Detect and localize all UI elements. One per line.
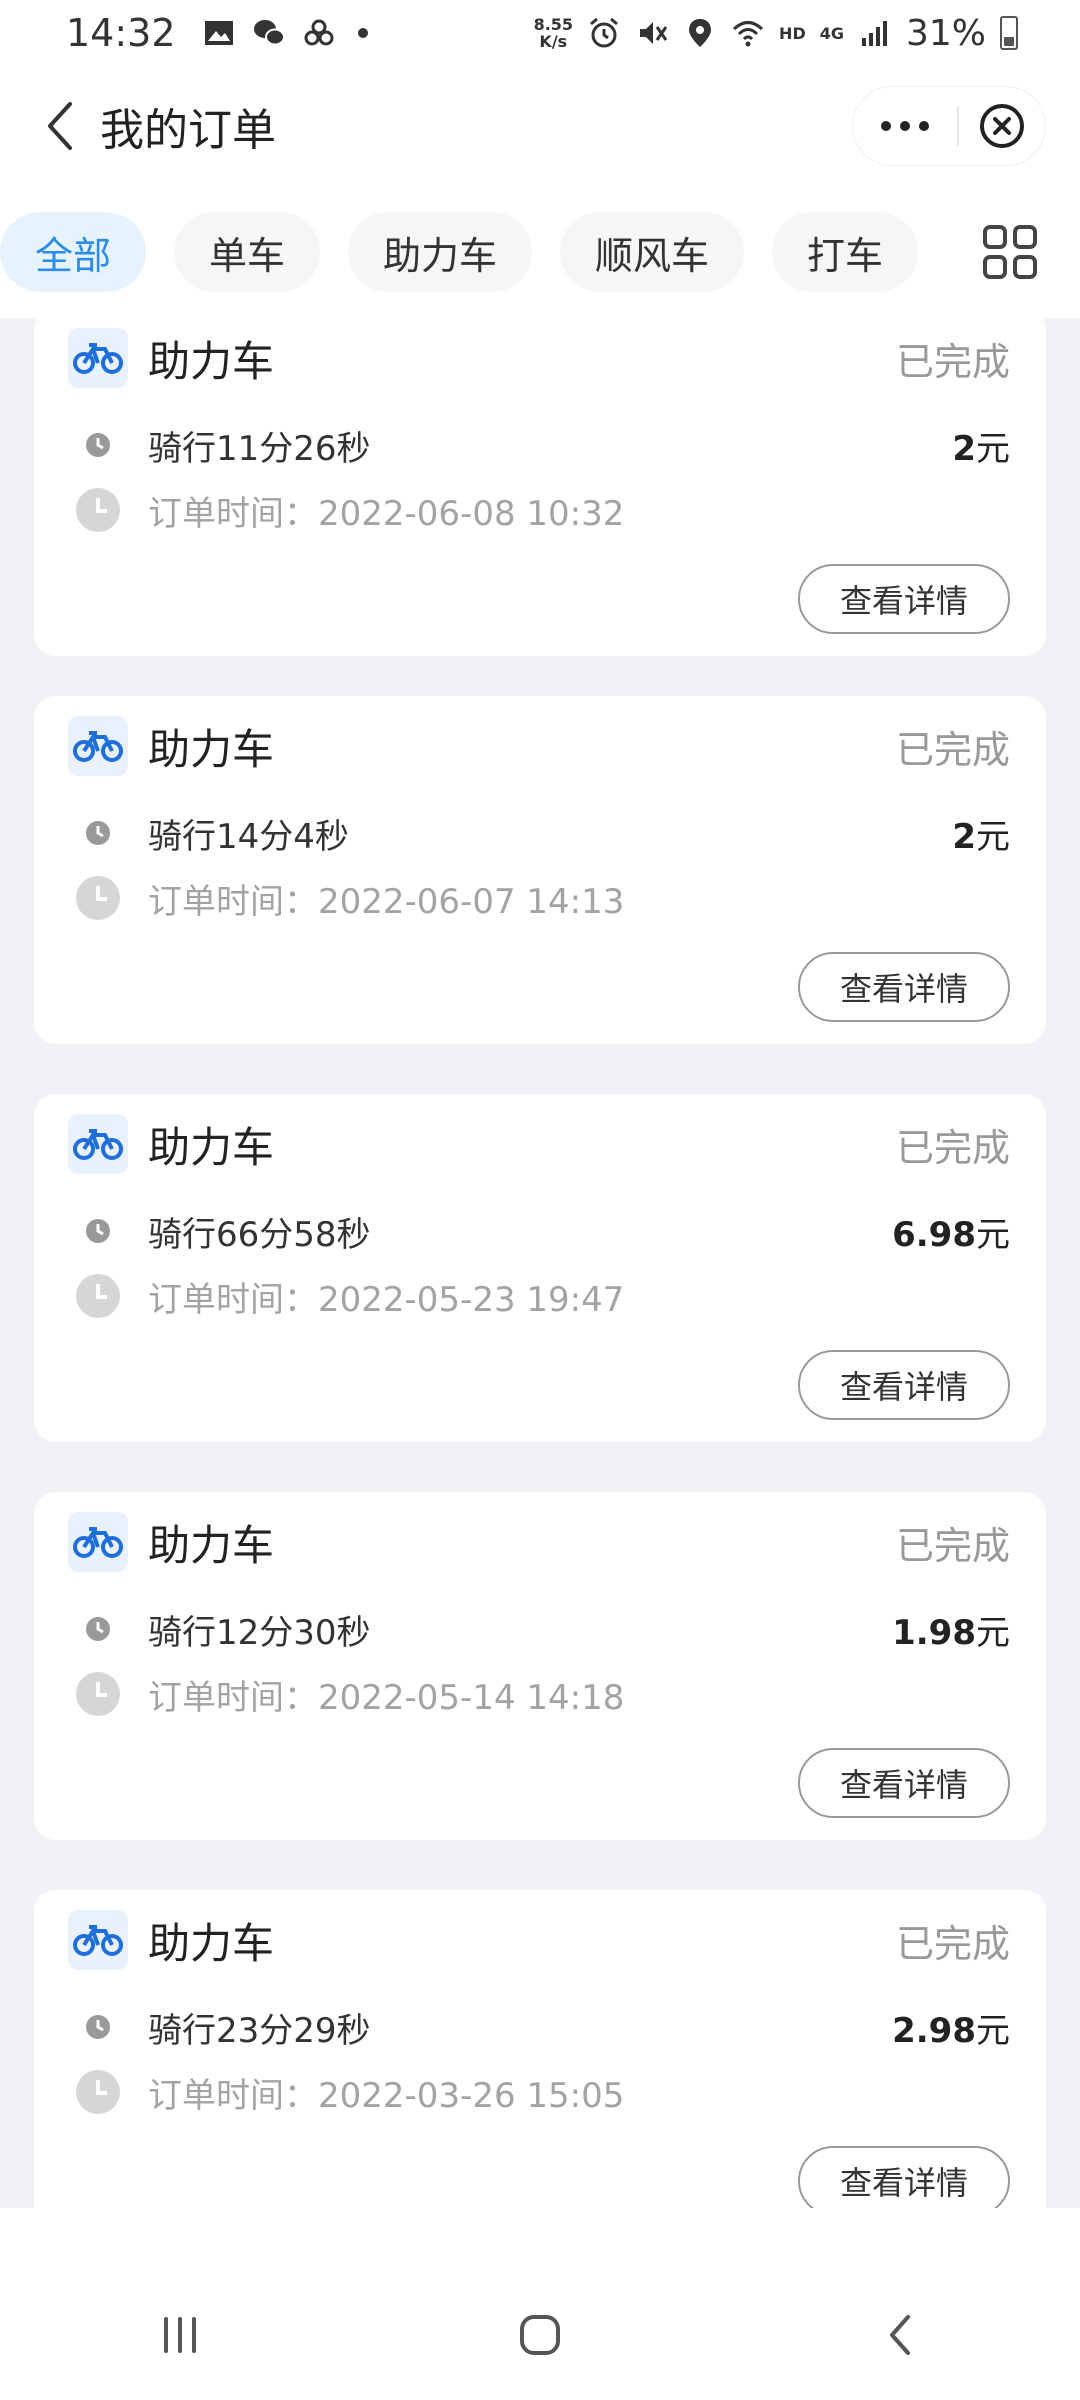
ride-duration: 骑行23分29秒 [148, 2010, 371, 2051]
bike-icon [68, 1114, 128, 1174]
order-card[interactable]: 助力车 已完成 骑行12分30秒 1.98元 订单时间：2022-05-14 1… [34, 1492, 1046, 1840]
recent-apps-icon [164, 2317, 196, 2353]
link-app-icon [304, 19, 334, 46]
clock-icon [76, 2070, 120, 2114]
battery-icon [1000, 16, 1018, 50]
clock-icon [76, 488, 120, 532]
mute-icon [640, 22, 668, 44]
order-time: 订单时间：2022-06-07 14:13 [148, 881, 625, 922]
bike-icon [68, 716, 128, 776]
tab-ebike[interactable]: 助力车 [348, 212, 532, 292]
tab-taxi[interactable]: 打车 [772, 212, 918, 292]
bike-icon [68, 1910, 128, 1970]
clock-icon [86, 1617, 110, 1641]
signal-icon [861, 21, 887, 46]
order-card[interactable]: 助力车 已完成 骑行23分29秒 2.98元 订单时间：2022-03-26 1… [34, 1890, 1046, 2208]
view-details-button[interactable]: 查看详情 [798, 1748, 1010, 1818]
order-status: 已完成 [895, 1921, 1010, 1966]
order-status: 已完成 [895, 339, 1010, 384]
clock-icon [76, 876, 120, 920]
order-category-tabs: 全部 单车 助力车 顺风车 打车 [0, 206, 1080, 298]
alarm-icon [590, 17, 619, 48]
view-details-button[interactable]: 查看详情 [798, 2146, 1010, 2208]
order-price: 2元 [952, 428, 1010, 469]
back-arrow-icon [48, 102, 72, 150]
order-card[interactable]: 助力车 已完成 骑行11分26秒 2元 订单时间：2022-06-08 10:3… [34, 318, 1046, 656]
wechat-icon [253, 20, 285, 46]
net-speed: 8.55 K/s [533, 15, 574, 51]
view-details-button[interactable]: 查看详情 [798, 564, 1010, 634]
recent-apps-button[interactable] [140, 2295, 220, 2375]
close-button[interactable] [959, 87, 1045, 165]
clock-icon [86, 821, 110, 845]
network-type: 4G [819, 23, 844, 43]
tab-all[interactable]: 全部 [0, 212, 146, 292]
order-type: 助力车 [148, 724, 275, 774]
bike-icon [68, 328, 128, 388]
status-bar: 14:32 8.55 K/s HD 4G 31% [0, 0, 1080, 66]
mini-program-capsule [852, 86, 1046, 166]
view-details-button[interactable]: 查看详情 [798, 1350, 1010, 1420]
page-title: 我的订单 [100, 105, 276, 156]
home-icon [520, 2315, 560, 2355]
back-button[interactable] [30, 96, 90, 156]
ride-duration: 骑行11分26秒 [148, 428, 371, 469]
notification-dot [357, 28, 368, 38]
order-card[interactable]: 助力车 已完成 骑行14分4秒 2元 订单时间：2022-06-07 14:13… [34, 696, 1046, 1044]
clock-icon [86, 433, 110, 457]
header: 我的订单 [0, 76, 1080, 176]
clock-icon [86, 2015, 110, 2039]
more-dots-icon [881, 121, 891, 131]
order-status: 已完成 [895, 727, 1010, 772]
order-price: 2.98元 [892, 2010, 1010, 2051]
tab-carpool[interactable]: 顺风车 [560, 212, 744, 292]
order-price: 1.98元 [892, 1612, 1010, 1653]
order-status: 已完成 [895, 1125, 1010, 1170]
order-time: 订单时间：2022-06-08 10:32 [148, 493, 625, 534]
battery-percent: 31% [905, 12, 986, 54]
order-type: 助力车 [148, 1520, 275, 1570]
tab-bike[interactable]: 单车 [174, 212, 320, 292]
hd-label: HD [779, 23, 806, 43]
order-status: 已完成 [895, 1523, 1010, 1568]
order-time: 订单时间：2022-05-23 19:47 [148, 1279, 625, 1320]
ride-duration: 骑行14分4秒 [148, 816, 349, 857]
order-time: 订单时间：2022-05-14 14:18 [148, 1677, 625, 1718]
clock-icon [76, 1274, 120, 1318]
more-button[interactable] [853, 87, 957, 165]
bike-icon [68, 1512, 128, 1572]
system-nav-bar [0, 2270, 1080, 2400]
order-type: 助力车 [148, 1122, 275, 1172]
ride-duration: 骑行12分30秒 [148, 1612, 371, 1653]
ride-duration: 骑行66分58秒 [148, 1214, 371, 1255]
home-button[interactable] [500, 2295, 580, 2375]
grid-icon[interactable] [980, 222, 1040, 282]
order-card[interactable]: 助力车 已完成 骑行66分58秒 6.98元 订单时间：2022-05-23 1… [34, 1094, 1046, 1442]
clock-icon [86, 1219, 110, 1243]
location-icon [689, 19, 712, 47]
system-back-button[interactable] [860, 2295, 940, 2375]
order-type: 助力车 [148, 1918, 275, 1968]
order-list[interactable]: 助力车 已完成 骑行11分26秒 2元 订单时间：2022-06-08 10:3… [0, 318, 1080, 2208]
gallery-icon [204, 21, 233, 45]
wifi-icon [733, 21, 764, 47]
close-circle-icon [980, 104, 1024, 148]
status-time: 14:32 [66, 11, 176, 55]
back-chevron-icon [890, 2315, 910, 2355]
view-details-button[interactable]: 查看详情 [798, 952, 1010, 1022]
order-price: 2元 [952, 816, 1010, 857]
order-price: 6.98元 [892, 1214, 1010, 1255]
order-type: 助力车 [148, 336, 275, 386]
clock-icon [76, 1672, 120, 1716]
order-time: 订单时间：2022-03-26 15:05 [148, 2075, 625, 2116]
